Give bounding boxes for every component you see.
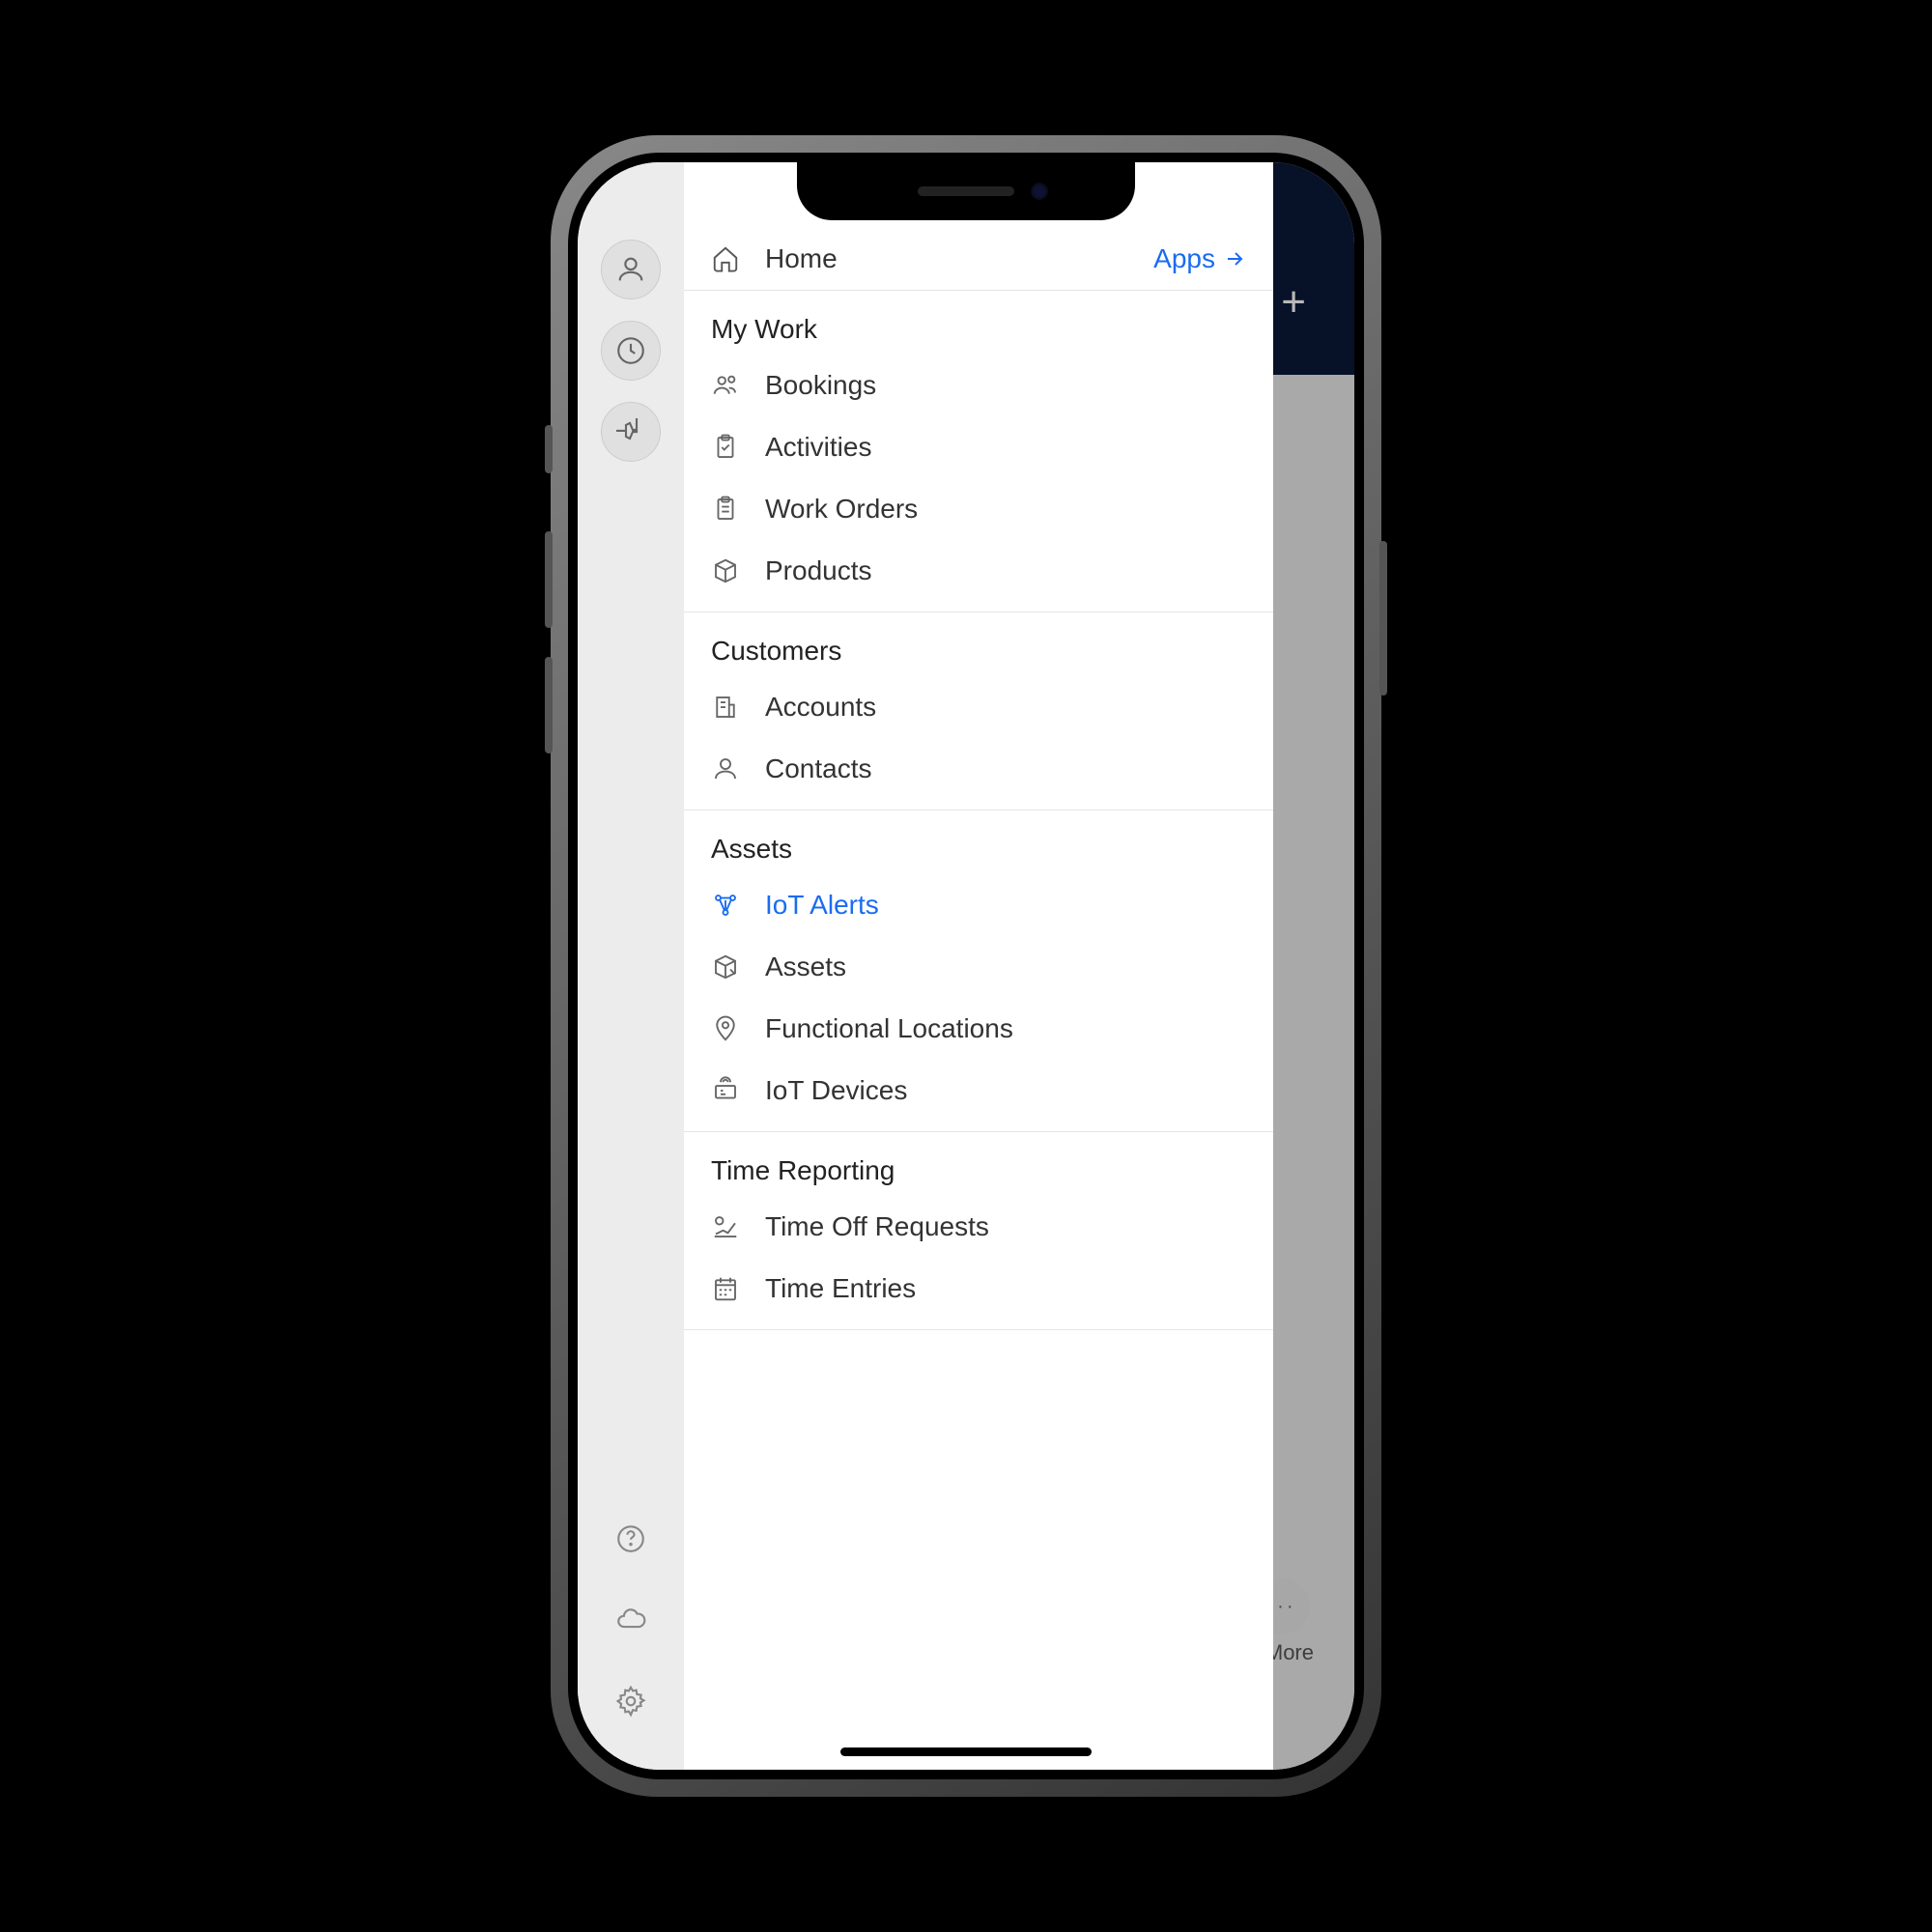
nav-item-bookings[interactable]: Bookings [684, 355, 1273, 416]
nav-item-time-entries[interactable]: Time Entries [684, 1258, 1273, 1320]
box-edit-icon [711, 952, 740, 981]
calendar-icon [711, 1274, 740, 1303]
section-header-customers: Customers [684, 612, 1273, 676]
nav-label: Time Entries [765, 1273, 916, 1304]
settings-button[interactable] [601, 1671, 661, 1731]
home-icon [711, 244, 740, 273]
nav-label: Contacts [765, 753, 872, 784]
nav-label: Products [765, 555, 872, 586]
help-button[interactable] [601, 1509, 661, 1569]
section-header-my-work: My Work [684, 291, 1273, 355]
time-off-icon [711, 1212, 740, 1241]
nav-label: Assets [765, 952, 846, 982]
nav-item-iot-alerts[interactable]: IoT Alerts [684, 874, 1273, 936]
person-icon [614, 253, 647, 286]
location-icon [711, 1014, 740, 1043]
nav-label: IoT Alerts [765, 890, 879, 921]
nav-item-activities[interactable]: Activities [684, 416, 1273, 478]
nav-item-assets[interactable]: Assets [684, 936, 1273, 998]
clipboard-list-icon [711, 495, 740, 524]
icon-rail [578, 162, 684, 1770]
home-indicator [840, 1747, 1092, 1756]
volume-up-button [545, 531, 553, 628]
clock-icon [614, 334, 647, 367]
people-icon [711, 371, 740, 400]
cloud-icon [614, 1604, 647, 1636]
section-customers: Customers Accounts Contacts [684, 612, 1273, 810]
pin-icon [614, 415, 647, 448]
section-time-reporting: Time Reporting Time Off Requests Time En… [684, 1132, 1273, 1330]
nav-home-label: Home [765, 243, 838, 274]
apps-link[interactable]: Apps [1153, 243, 1246, 274]
power-button [1379, 541, 1387, 696]
volume-down-button [545, 657, 553, 753]
section-header-assets: Assets [684, 810, 1273, 874]
pin-button[interactable] [601, 402, 661, 462]
nav-label: Work Orders [765, 494, 918, 525]
arrow-right-icon [1223, 247, 1246, 270]
nav-item-iot-devices[interactable]: IoT Devices [684, 1060, 1273, 1122]
apps-link-label: Apps [1153, 243, 1215, 274]
nav-label: Time Off Requests [765, 1211, 989, 1242]
nav-item-functional-locations[interactable]: Functional Locations [684, 998, 1273, 1060]
iot-alert-icon [711, 891, 740, 920]
nav-item-time-off-requests[interactable]: Time Off Requests [684, 1196, 1273, 1258]
help-icon [614, 1522, 647, 1555]
person-icon [711, 754, 740, 783]
mute-switch [545, 425, 553, 473]
nav-label: Accounts [765, 692, 876, 723]
section-my-work: My Work Bookings Activities [684, 291, 1273, 612]
nav-item-products[interactable]: Products [684, 540, 1273, 602]
nav-item-contacts[interactable]: Contacts [684, 738, 1273, 800]
nav-home-row[interactable]: Home Apps [684, 224, 1273, 291]
building-icon [711, 693, 740, 722]
profile-button[interactable] [601, 240, 661, 299]
cloud-button[interactable] [601, 1590, 661, 1650]
nav-label: IoT Devices [765, 1075, 907, 1106]
phone-frame: + ··· More [551, 135, 1381, 1797]
section-assets: Assets IoT Alerts Assets F [684, 810, 1273, 1132]
clipboard-check-icon [711, 433, 740, 462]
recent-button[interactable] [601, 321, 661, 381]
nav-label: Functional Locations [765, 1013, 1013, 1044]
nav-panel: Home Apps My Work Bookings [684, 162, 1273, 1770]
navigation-drawer: Home Apps My Work Bookings [578, 162, 1273, 1770]
section-header-time-reporting: Time Reporting [684, 1132, 1273, 1196]
device-icon [711, 1076, 740, 1105]
box-icon [711, 556, 740, 585]
nav-label: Activities [765, 432, 871, 463]
notch [797, 162, 1135, 220]
gear-icon [614, 1685, 647, 1718]
nav-label: Bookings [765, 370, 876, 401]
nav-item-accounts[interactable]: Accounts [684, 676, 1273, 738]
nav-item-work-orders[interactable]: Work Orders [684, 478, 1273, 540]
